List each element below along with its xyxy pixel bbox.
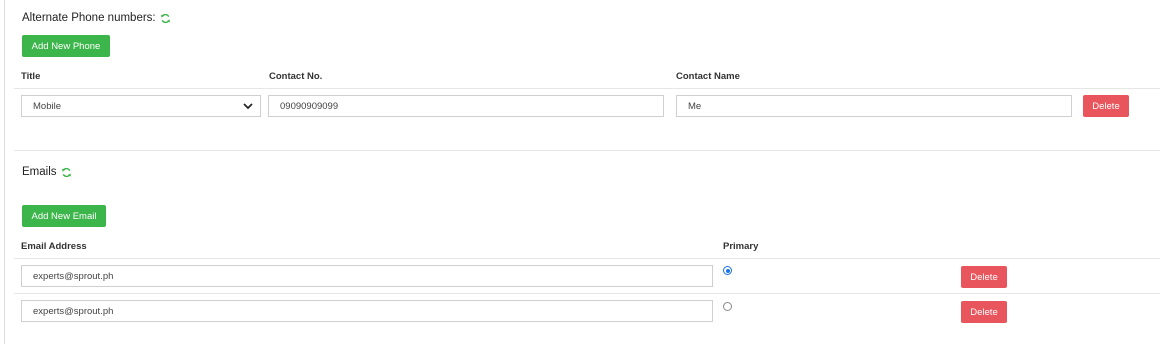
refresh-icon[interactable] (160, 13, 171, 24)
section-divider (14, 150, 1160, 151)
divider (14, 293, 1160, 294)
refresh-icon[interactable] (61, 167, 72, 178)
contact-no-input[interactable]: 09090909099 (268, 95, 664, 117)
contact-name-input[interactable]: Me (676, 95, 1072, 117)
add-new-email-button[interactable]: Add New Email (22, 205, 106, 227)
email-value: experts@sprout.ph (33, 270, 114, 282)
contact-no-value: 09090909099 (280, 100, 339, 112)
delete-phone-button[interactable]: Delete (1083, 95, 1129, 117)
column-header-contact-no: Contact No. (269, 71, 323, 82)
left-border (4, 0, 5, 344)
column-header-title: Title (21, 71, 41, 82)
email-input[interactable]: experts@sprout.ph (21, 300, 713, 322)
primary-radio[interactable] (723, 302, 732, 311)
emails-title-text: Emails (22, 166, 57, 178)
divider (14, 88, 1160, 89)
delete-email-button[interactable]: Delete (961, 301, 1007, 323)
primary-radio[interactable] (723, 266, 732, 275)
add-new-phone-button[interactable]: Add New Phone (22, 35, 110, 57)
column-header-contact-name: Contact Name (676, 71, 740, 82)
column-header-email-address: Email Address (21, 241, 87, 252)
divider (14, 258, 1160, 259)
email-value: experts@sprout.ph (33, 305, 114, 317)
contact-name-value: Me (688, 100, 702, 112)
emails-section-title: Emails (22, 166, 72, 178)
phones-section-title: Alternate Phone numbers: (22, 12, 171, 24)
email-input[interactable]: experts@sprout.ph (21, 265, 713, 287)
phones-title-text: Alternate Phone numbers: (22, 12, 156, 24)
delete-email-button[interactable]: Delete (961, 266, 1007, 288)
phone-title-select[interactable]: Mobile (21, 95, 261, 117)
chevron-down-icon (243, 103, 253, 110)
phone-title-value: Mobile (33, 100, 61, 112)
column-header-primary: Primary (723, 241, 759, 252)
